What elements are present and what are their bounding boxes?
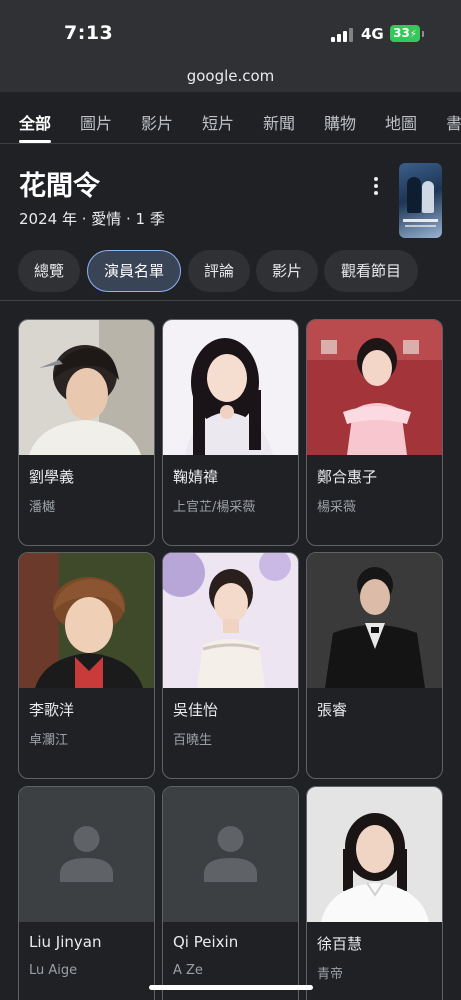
chip-watch[interactable]: 觀看節目 — [324, 250, 418, 292]
person-placeholder-icon — [19, 787, 154, 922]
actor-name: 李歌洋 — [29, 701, 75, 719]
actor-photo — [19, 553, 154, 688]
show-poster-thumbnail[interactable] — [399, 163, 442, 238]
actor-photo — [307, 787, 442, 922]
actor-photo — [307, 553, 442, 688]
cast-card[interactable]: 徐百慧 青帝 — [306, 786, 443, 1000]
character-name: 楊采薇 — [317, 500, 357, 515]
cast-card[interactable]: Qi Peixin A Ze — [162, 786, 299, 1000]
status-time: 7:13 — [64, 22, 114, 44]
character-name: 卓瀾江 — [29, 733, 69, 748]
cast-card[interactable]: 鄭合惠子 楊采薇 — [306, 319, 443, 546]
charging-icon: ⚡ — [409, 29, 417, 40]
chip-overview[interactable]: 總覽 — [18, 250, 80, 292]
actor-photo — [19, 320, 154, 455]
character-name: 青帝 — [317, 967, 344, 982]
actor-photo — [163, 553, 298, 688]
character-name: A Ze — [173, 963, 203, 978]
cast-card[interactable]: 劉學義 潘樾 — [18, 319, 155, 546]
character-name: 百曉生 — [173, 733, 213, 748]
chip-cast[interactable]: 演員名單 — [87, 250, 181, 292]
actor-name: 徐百慧 — [317, 935, 363, 953]
home-indicator[interactable] — [149, 985, 313, 990]
more-options-icon[interactable] — [370, 177, 382, 195]
url-text[interactable]: google.com — [0, 67, 461, 85]
character-name: 潘樾 — [29, 500, 56, 515]
entity-subtitle: 2024 年 · 愛情 · 1 季 — [19, 210, 165, 228]
search-tabs: 全部 圖片 影片 短片 新聞 購物 地圖 書 — [0, 92, 461, 144]
tab-short-videos[interactable]: 短片 — [202, 110, 234, 134]
active-tab-indicator — [19, 140, 51, 143]
actor-photo — [307, 320, 442, 455]
tab-maps[interactable]: 地圖 — [385, 110, 417, 134]
actor-name: Qi Peixin — [173, 933, 239, 951]
section-chips: 總覽 演員名單 評論 影片 觀看節目 — [0, 250, 461, 292]
entity-title: 花間令 — [19, 171, 100, 202]
chip-videos[interactable]: 影片 — [256, 250, 318, 292]
cast-card[interactable]: Liu Jinyan Lu Aige — [18, 786, 155, 1000]
cast-card[interactable]: 鞠婧禕 上官芷/楊采薇 — [162, 319, 299, 546]
status-bar: 7:13 4G 33⚡ — [0, 0, 461, 64]
battery-level: 33 — [393, 26, 410, 40]
url-bar[interactable]: google.com — [0, 64, 461, 92]
tab-news[interactable]: 新聞 — [263, 110, 295, 134]
tab-shopping[interactable]: 購物 — [324, 110, 356, 134]
network-type: 4G — [361, 25, 384, 43]
actor-name: 鄭合惠子 — [317, 468, 378, 486]
actor-name: Liu Jinyan — [29, 933, 102, 951]
battery-tip — [422, 31, 424, 37]
battery-icon: 33⚡ — [390, 25, 420, 42]
cast-card[interactable]: 李歌洋 卓瀾江 — [18, 552, 155, 779]
actor-name: 劉學義 — [29, 468, 75, 486]
tab-images[interactable]: 圖片 — [80, 110, 112, 134]
tab-all[interactable]: 全部 — [19, 110, 51, 134]
tab-books[interactable]: 書 — [446, 110, 461, 134]
divider — [0, 300, 461, 301]
tab-videos[interactable]: 影片 — [141, 110, 173, 134]
actor-name: 鞠婧禕 — [173, 468, 219, 486]
actor-name: 張睿 — [317, 701, 348, 719]
chip-reviews[interactable]: 評論 — [188, 250, 250, 292]
cast-card[interactable]: 張睿 — [306, 552, 443, 779]
character-name: Lu Aige — [29, 963, 78, 978]
actor-photo — [163, 320, 298, 455]
character-name: 上官芷/楊采薇 — [173, 500, 256, 515]
actor-name: 吳佳怡 — [173, 701, 219, 719]
signal-icon — [331, 28, 353, 42]
cast-card[interactable]: 吳佳怡 百曉生 — [162, 552, 299, 779]
person-placeholder-icon — [163, 787, 298, 922]
